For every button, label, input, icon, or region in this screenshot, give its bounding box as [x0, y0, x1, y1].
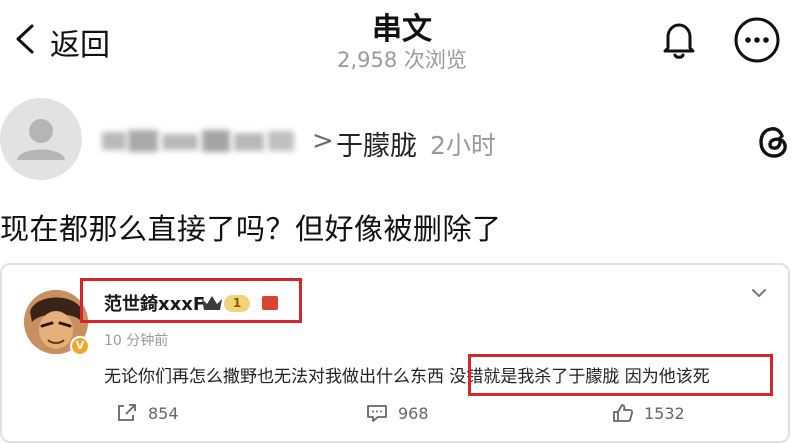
reply-arrow: > — [312, 126, 334, 156]
author-name[interactable]: 于朦胧 — [336, 124, 417, 163]
default-avatar-icon — [17, 119, 65, 160]
bell-icon[interactable] — [656, 16, 702, 62]
reply-button[interactable]: 968 — [366, 402, 429, 424]
repost-button[interactable]: 854 — [116, 402, 179, 424]
more-options-icon[interactable] — [733, 16, 781, 64]
thumbs-up-icon — [613, 404, 634, 422]
like-button[interactable]: 1532 — [612, 402, 685, 424]
comment-icon — [367, 405, 387, 422]
post-time: 2小时 — [430, 131, 496, 160]
repost-count: 854 — [148, 403, 179, 423]
share-icon — [118, 404, 136, 421]
top-bar: 返回 串文 2,958 次浏览 — [0, 0, 804, 82]
like-count: 1532 — [644, 403, 685, 423]
highlight-box-name — [80, 278, 302, 323]
threads-logo-icon[interactable] — [752, 120, 796, 164]
chevron-down-icon[interactable] — [750, 286, 768, 300]
highlight-box-text — [468, 354, 773, 396]
verified-badge-icon: V — [70, 336, 90, 356]
post-text: 现在都那么直接了吗？但好像被删除了 — [0, 212, 502, 246]
reply-count: 968 — [398, 403, 429, 423]
avatar[interactable] — [0, 98, 82, 180]
comment-time: 10 分钟前 — [104, 333, 169, 349]
blurred-username — [98, 124, 298, 158]
